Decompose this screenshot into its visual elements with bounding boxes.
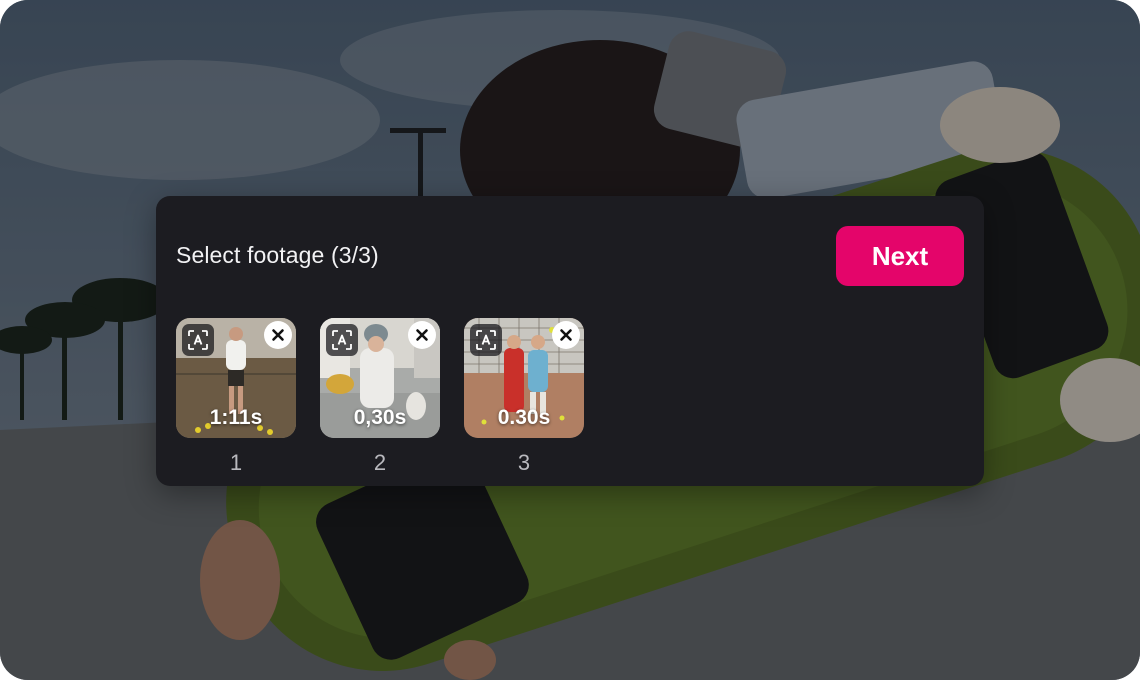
clip-duration: 0.30s — [497, 406, 551, 429]
select-footage-dialog: Select footage (3/3) Next 1:11s 1 0,30s … — [156, 196, 984, 486]
close-icon — [560, 329, 572, 341]
clip-item[interactable]: 1:11s 1 — [176, 318, 296, 476]
clip-duration: 0,30s — [353, 406, 407, 429]
clip-thumbnail[interactable]: 0.30s — [464, 318, 584, 438]
clip-index: 2 — [373, 450, 387, 475]
ai-recognition-icon[interactable] — [326, 324, 358, 356]
clip-index: 1 — [229, 450, 243, 475]
close-icon — [416, 329, 428, 341]
close-icon — [272, 329, 284, 341]
next-button[interactable]: Next — [836, 226, 964, 286]
remove-clip-button[interactable] — [408, 321, 436, 349]
clip-item[interactable]: 0.30s 3 — [464, 318, 584, 476]
ai-recognition-icon[interactable] — [182, 324, 214, 356]
clip-thumbnail[interactable]: 1:11s — [176, 318, 296, 438]
clip-duration: 1:11s — [209, 406, 263, 429]
clip-item[interactable]: 0,30s 2 — [320, 318, 440, 476]
clip-index: 3 — [517, 450, 531, 475]
clip-thumbnail[interactable]: 0,30s — [320, 318, 440, 438]
app-window: Select footage (3/3) Next 1:11s 1 0,30s … — [0, 0, 1140, 680]
ai-recognition-icon[interactable] — [470, 324, 502, 356]
remove-clip-button[interactable] — [552, 321, 580, 349]
remove-clip-button[interactable] — [264, 321, 292, 349]
dialog-title: Select footage (3/3) — [176, 242, 379, 268]
